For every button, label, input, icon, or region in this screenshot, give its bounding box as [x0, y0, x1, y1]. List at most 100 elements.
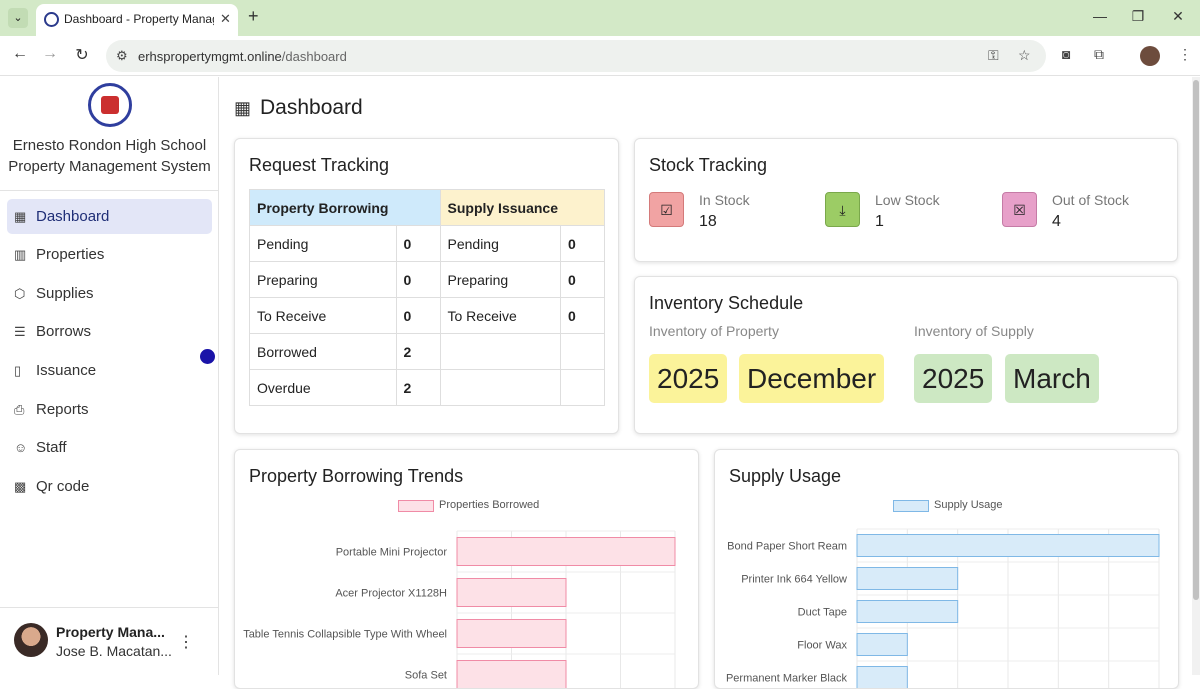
sidebar-item-qr-code[interactable]: ▩ Qr code: [7, 469, 212, 504]
supply-issuance-header: Supply Issuance: [439, 189, 605, 226]
bar: [856, 666, 908, 688]
table-row: Pending 0 Pending 0: [249, 225, 605, 262]
password-key-icon[interactable]: ⚿: [988, 47, 999, 64]
sidebar: Ernesto Rondon High School Property Mana…: [0, 77, 219, 675]
tab-search-chevron-icon[interactable]: ⌄: [8, 8, 28, 28]
stock-tracking-card: Stock Tracking ☑ In Stock 18 ⤓ Low Stock…: [634, 138, 1178, 262]
new-tab-plus-icon[interactable]: +: [248, 6, 259, 27]
profile-avatar-icon[interactable]: [1140, 46, 1160, 66]
category-tick-label: Acer Projector X1128H: [335, 588, 447, 600]
sidebar-divider: [0, 190, 219, 191]
browser-tab-bar: ⌄ Dashboard - Property Manager ✕ + — ❐ ✕: [0, 0, 1200, 36]
user-name: Jose B. Macatan...: [56, 643, 172, 659]
supply-status-label: [439, 333, 561, 370]
page-scrollbar-thumb[interactable]: [1193, 80, 1199, 600]
grid-icon: ▦: [14, 209, 27, 224]
supply-month-chip: March: [1005, 354, 1099, 403]
supply-status-label: [439, 369, 561, 406]
supply-status-label: To Receive: [439, 297, 561, 334]
table-row: Overdue 2: [249, 369, 605, 406]
sidebar-item-label: Borrows: [36, 323, 92, 340]
bar: [456, 619, 567, 648]
low-stock-value: 1: [875, 213, 884, 230]
address-bar[interactable]: ⚙ erhspropertymgmt.online/dashboard ⚿ ☆: [106, 40, 1046, 72]
minimize-icon[interactable]: —: [1090, 8, 1110, 24]
table-row: To Receive 0 To Receive 0: [249, 297, 605, 334]
property-status-label: Borrowed: [249, 333, 397, 370]
category-tick-label: Printer Ink 664 Yellow: [741, 574, 847, 586]
category-tick-label: Portable Mini Projector: [336, 547, 448, 559]
url-text: erhspropertymgmt.online/dashboard: [138, 49, 347, 64]
in-stock-label: In Stock: [699, 192, 750, 208]
page-title: Dashboard: [260, 96, 363, 119]
property-status-count: 2: [395, 369, 441, 406]
dashboard-grid-icon: ▦: [234, 98, 252, 118]
school-name-line2: Property Management System: [8, 158, 211, 175]
url-path: /dashboard: [281, 49, 347, 64]
table-row: Borrowed 2: [249, 333, 605, 370]
avatar[interactable]: [14, 623, 48, 657]
window-close-icon[interactable]: ✕: [1168, 8, 1188, 25]
sidebar-item-label: Qr code: [36, 478, 90, 495]
school-logo: [88, 83, 132, 127]
browser-toolbar: ← → ↻ ⚙ erhspropertymgmt.online/dashboar…: [0, 36, 1200, 76]
sidebar-item-label: Staff: [36, 439, 67, 456]
sidebar-item-staff[interactable]: ☺ Staff: [7, 430, 212, 465]
sidebar-item-borrows[interactable]: ☰ Borrows: [7, 314, 212, 349]
back-arrow-icon[interactable]: ←: [10, 45, 30, 63]
table-header-row: Property Borrowing Supply Issuance: [249, 189, 605, 226]
forward-arrow-icon[interactable]: →: [40, 45, 60, 63]
user-role: Property Mana...: [56, 624, 165, 640]
supply-status-count: 0: [560, 225, 605, 262]
tab-title: Dashboard - Property Manager: [64, 12, 214, 26]
supply-usage-chart: Bond Paper Short Ream Printer Ink 664 Yel…: [726, 528, 1160, 688]
property-month-chip: December: [739, 354, 885, 403]
school-name-line1: Ernesto Rondon High School: [12, 137, 207, 154]
browser-menu-icon[interactable]: ⋮: [1178, 46, 1192, 63]
property-borrowing-trends-card: Property Borrowing Trends Properties Bor…: [234, 449, 699, 689]
sidebar-item-label: Reports: [36, 401, 89, 418]
bar: [856, 534, 1160, 557]
out-of-stock-value: 4: [1052, 213, 1061, 230]
bar: [856, 600, 959, 623]
category-tick-label: Floor Wax: [797, 640, 847, 652]
in-stock-value: 18: [699, 213, 717, 230]
inventory-supply-label: Inventory of Supply: [914, 323, 1034, 339]
tab-close-icon[interactable]: ✕: [220, 11, 231, 27]
card-title: Request Tracking: [249, 155, 390, 175]
property-status-count: 2: [395, 333, 441, 370]
main-content: ▦ Dashboard Request Tracking Property Bo…: [220, 77, 1200, 689]
sidebar-item-reports[interactable]: ⎙ Reports: [7, 392, 212, 427]
category-tick-label: Sofa Set: [405, 670, 447, 682]
sidebar-item-dashboard[interactable]: ▦ Dashboard: [7, 199, 212, 234]
property-borrowing-header: Property Borrowing: [249, 189, 441, 226]
document-check-icon: ▯: [14, 363, 22, 378]
restore-icon[interactable]: ❐: [1128, 8, 1148, 25]
category-tick-label: Bond Paper Short Ream: [727, 541, 847, 553]
extensions-puzzle-icon[interactable]: ⧉: [1094, 46, 1104, 63]
property-status-count: 0: [395, 261, 441, 298]
user-menu-kebab-icon[interactable]: ⋮: [178, 632, 194, 652]
in-stock-checkbox-icon: ☑: [649, 192, 684, 227]
camera-icon[interactable]: ◙: [1062, 46, 1070, 62]
sidebar-item-issuance[interactable]: ▯ Issuance: [7, 353, 212, 388]
sidebar-item-properties[interactable]: ▥ Properties: [7, 237, 212, 272]
property-status-count: 0: [395, 225, 441, 262]
bookmark-star-icon[interactable]: ☆: [1018, 47, 1031, 64]
low-stock-download-box-icon: ⤓: [825, 192, 860, 227]
site-settings-icon[interactable]: ⚙: [116, 48, 128, 64]
school-name: Ernesto Rondon High School Property Mana…: [0, 135, 219, 177]
browser-tab[interactable]: Dashboard - Property Manager ✕: [36, 4, 238, 36]
supply-status-count: [560, 369, 605, 406]
sidebar-item-supplies[interactable]: ⬡ Supplies: [7, 276, 212, 311]
bar: [456, 537, 676, 566]
notification-dot: [200, 349, 215, 364]
sidebar-item-label: Issuance: [36, 362, 97, 379]
reload-icon[interactable]: ↻: [72, 45, 92, 65]
bar: [856, 633, 908, 656]
supply-status-count: 0: [560, 261, 605, 298]
low-stock-label: Low Stock: [875, 192, 940, 208]
building-icon: ▥: [14, 247, 27, 262]
category-tick-label: Duct Tape: [798, 607, 847, 619]
property-status-label: Preparing: [249, 261, 397, 298]
